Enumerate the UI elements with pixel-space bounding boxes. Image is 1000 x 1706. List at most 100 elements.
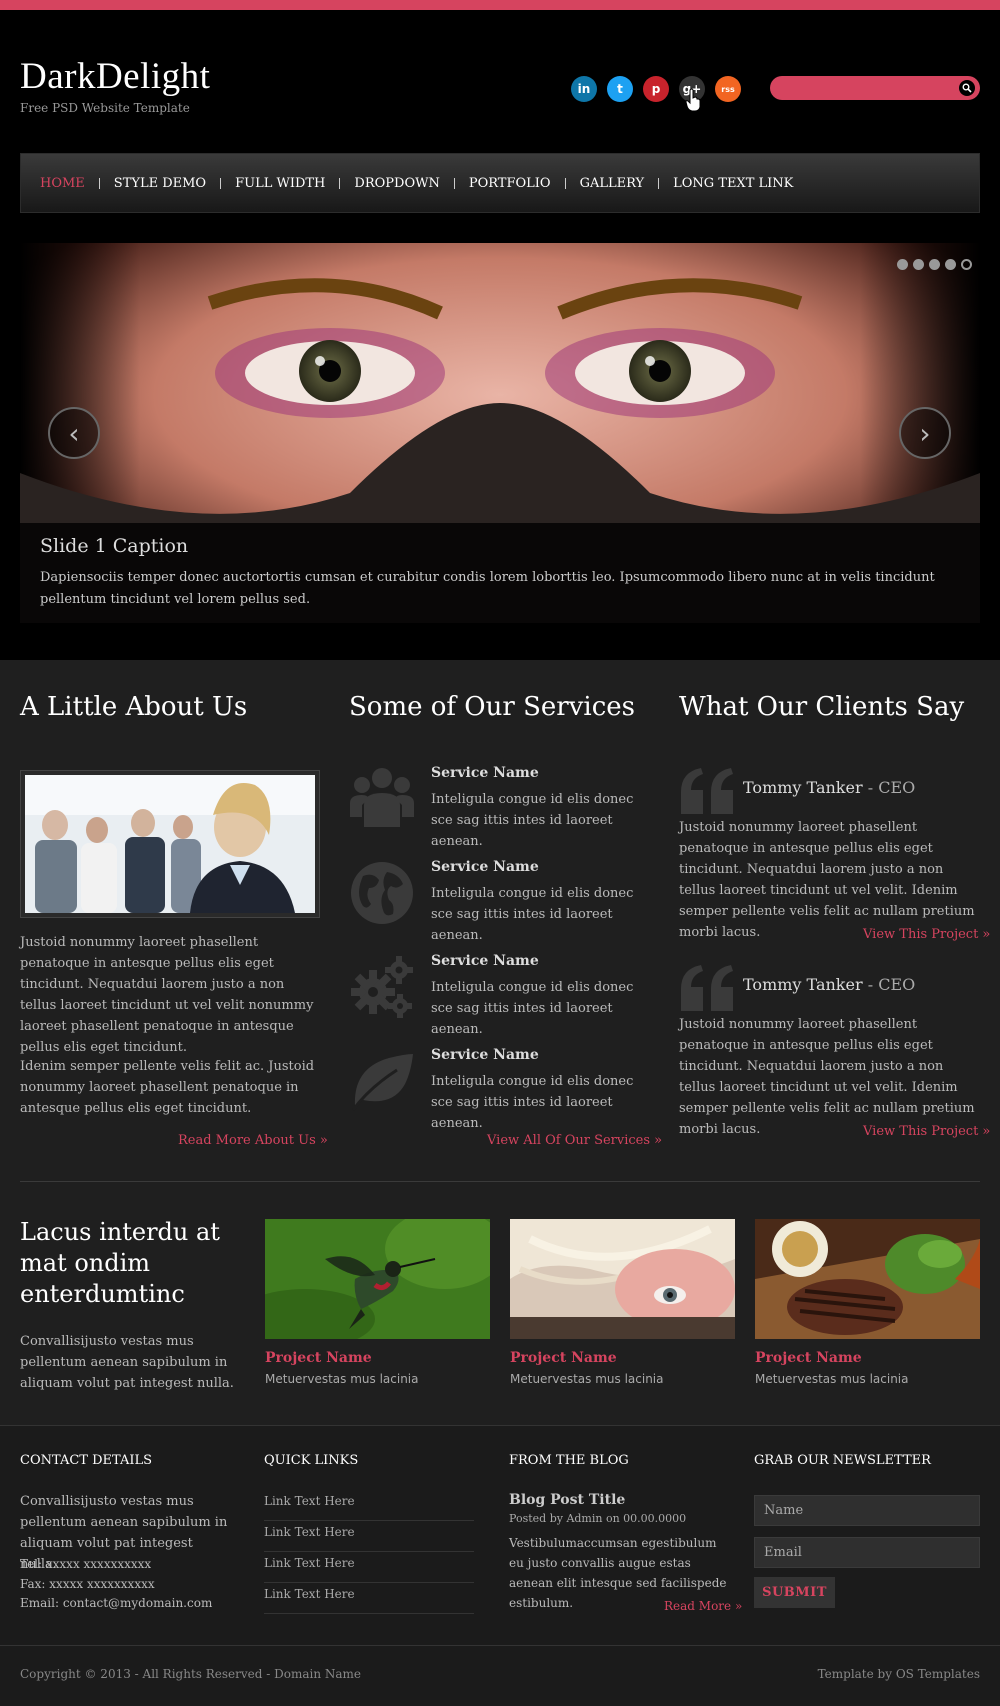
projects-title: Lacus interdu at mat ondim enterdumtinc (20, 1218, 220, 1308)
slider-pagination (897, 259, 972, 270)
contact-heading: CONTACT DETAILS (20, 1453, 153, 1468)
nav-divider (339, 177, 341, 189)
hummingbird-image (265, 1219, 490, 1339)
site-logo[interactable]: DarkDelight (20, 57, 210, 97)
caption-text: Dapiensociis temper donec auctortortis c… (40, 570, 935, 607)
girl-eye-image (510, 1219, 735, 1339)
service-name: Service Name (431, 1047, 539, 1063)
service-text: Inteligula congue id elis donec sce sag … (431, 792, 634, 849)
view-project-link[interactable]: View This Project » (863, 1124, 990, 1139)
client-name: Tommy Tanker - CEO (743, 975, 915, 994)
contact-email[interactable]: Email: contact@mydomain.com (20, 1594, 212, 1612)
social-icons: in t p g+ rss (571, 76, 741, 102)
nav-item-portfolio[interactable]: PORTFOLIO (469, 176, 551, 191)
project-name[interactable]: Project Name (755, 1350, 862, 1366)
twitter-icon[interactable]: t (607, 76, 633, 102)
service-name: Service Name (431, 765, 539, 781)
project-name[interactable]: Project Name (265, 1350, 372, 1366)
slider-dot-active[interactable] (961, 259, 972, 270)
blog-heading: FROM THE BLOG (509, 1453, 629, 1468)
nav-label: LONG TEXT LINK (673, 175, 794, 191)
nav-divider (453, 177, 455, 189)
service-name: Service Name (431, 953, 539, 969)
footer-divider (0, 1645, 1000, 1646)
globe-icon (351, 862, 413, 924)
project-thumbnail[interactable] (755, 1219, 980, 1339)
nav-item-long-text-link[interactable]: LONG TEXT LINK (673, 176, 793, 191)
about-image (20, 770, 320, 918)
services-title: Some of Our Services (349, 692, 635, 722)
site-tagline: Free PSD Website Template (20, 101, 190, 115)
project-thumbnail[interactable] (265, 1219, 490, 1339)
nav-label: FULL WIDTH (235, 175, 326, 191)
quick-link[interactable]: Link Text Here (264, 1583, 474, 1614)
service-name: Service Name (431, 859, 539, 875)
client-role: - CEO (862, 975, 916, 994)
project-subtitle: Metuervestas mus lacinia (265, 1372, 419, 1386)
pinterest-icon[interactable]: p (643, 76, 669, 102)
main-nav: HOME STYLE DEMO FULL WIDTH DROPDOWN PORT… (20, 153, 980, 213)
about-title: A Little About Us (20, 692, 248, 722)
quote-icon (681, 965, 733, 1011)
newsletter-heading: GRAB OUR NEWSLETTER (754, 1453, 931, 1468)
read-more-about-link[interactable]: Read More About Us » (178, 1133, 328, 1148)
project-thumbnail[interactable] (510, 1219, 735, 1339)
nav-item-dropdown[interactable]: DROPDOWN (354, 176, 439, 191)
quick-link[interactable]: Link Text Here (264, 1490, 474, 1521)
rss-icon[interactable]: rss (715, 76, 741, 102)
slider-prev-button[interactable]: ‹ (48, 407, 100, 459)
client-name: Tommy Tanker - CEO (743, 778, 915, 797)
nav-label: PORTFOLIO (468, 175, 551, 191)
chevron-right-icon: › (919, 416, 931, 450)
clients-title: What Our Clients Say (679, 692, 965, 722)
newsletter-submit-button[interactable]: SUBMIT (754, 1577, 835, 1608)
project-subtitle: Metuervestas mus lacinia (510, 1372, 664, 1386)
nav-item-home[interactable]: HOME (40, 176, 85, 191)
leaf-icon (351, 1054, 413, 1111)
about-paragraph-1: Justoid nonummy laoreet phasellent penat… (20, 935, 314, 1055)
nav-divider (220, 177, 222, 189)
service-text: Inteligula congue id elis donec sce sag … (431, 1074, 634, 1131)
slide-caption: Slide 1 Caption Dapiensociis temper done… (20, 523, 980, 623)
client-role: - CEO (862, 778, 916, 797)
nav-label: GALLERY (579, 175, 645, 191)
slider-dot[interactable] (913, 259, 924, 270)
about-paragraph-2: Idenim semper pellente velis felit ac. J… (20, 1059, 315, 1116)
nav-divider (564, 177, 566, 189)
nav-label: DROPDOWN (354, 175, 440, 191)
client-name-text: Tommy Tanker (743, 778, 863, 797)
nav-item-style-demo[interactable]: STYLE DEMO (114, 176, 206, 191)
project-subtitle: Metuervestas mus lacinia (755, 1372, 909, 1386)
steak-image (755, 1219, 980, 1339)
linkedin-icon[interactable]: in (571, 76, 597, 102)
nav-divider (98, 177, 100, 189)
blog-read-more-link[interactable]: Read More » (664, 1599, 742, 1613)
newsletter-email-field[interactable]: Email (754, 1537, 980, 1568)
template-credit[interactable]: Template by OS Templates (818, 1667, 980, 1681)
contact-phone: Tel: xxxxx xxxxxxxxxx (20, 1557, 152, 1571)
service-text: Inteligula congue id elis donec sce sag … (431, 886, 634, 943)
view-project-link[interactable]: View This Project » (863, 927, 990, 942)
service-text: Inteligula congue id elis donec sce sag … (431, 980, 634, 1037)
search-button[interactable] (959, 80, 975, 96)
search-input[interactable] (782, 79, 942, 97)
slider-next-button[interactable]: › (899, 407, 951, 459)
blog-post-title[interactable]: Blog Post Title (509, 1490, 625, 1511)
quick-link[interactable]: Link Text Here (264, 1521, 474, 1552)
view-all-services-link[interactable]: View All Of Our Services » (487, 1133, 662, 1148)
section-divider (20, 1181, 980, 1182)
newsletter-name-field[interactable]: Name (754, 1495, 980, 1526)
contact-fax: Fax: xxxxx xxxxxxxxxx (20, 1577, 155, 1591)
blog-post-meta: Posted by Admin on 00.00.0000 (509, 1512, 687, 1525)
slider-dot[interactable] (945, 259, 956, 270)
team-photo (25, 775, 315, 913)
chevron-left-icon: ‹ (68, 416, 80, 450)
quick-link[interactable]: Link Text Here (264, 1552, 474, 1583)
project-name[interactable]: Project Name (510, 1350, 617, 1366)
nav-item-gallery[interactable]: GALLERY (580, 176, 645, 191)
slider-dot[interactable] (929, 259, 940, 270)
slider-dot[interactable] (897, 259, 908, 270)
nav-item-full-width[interactable]: FULL WIDTH (235, 176, 325, 191)
hand-cursor-icon (685, 88, 701, 112)
caption-title: Slide 1 Caption (40, 535, 189, 557)
